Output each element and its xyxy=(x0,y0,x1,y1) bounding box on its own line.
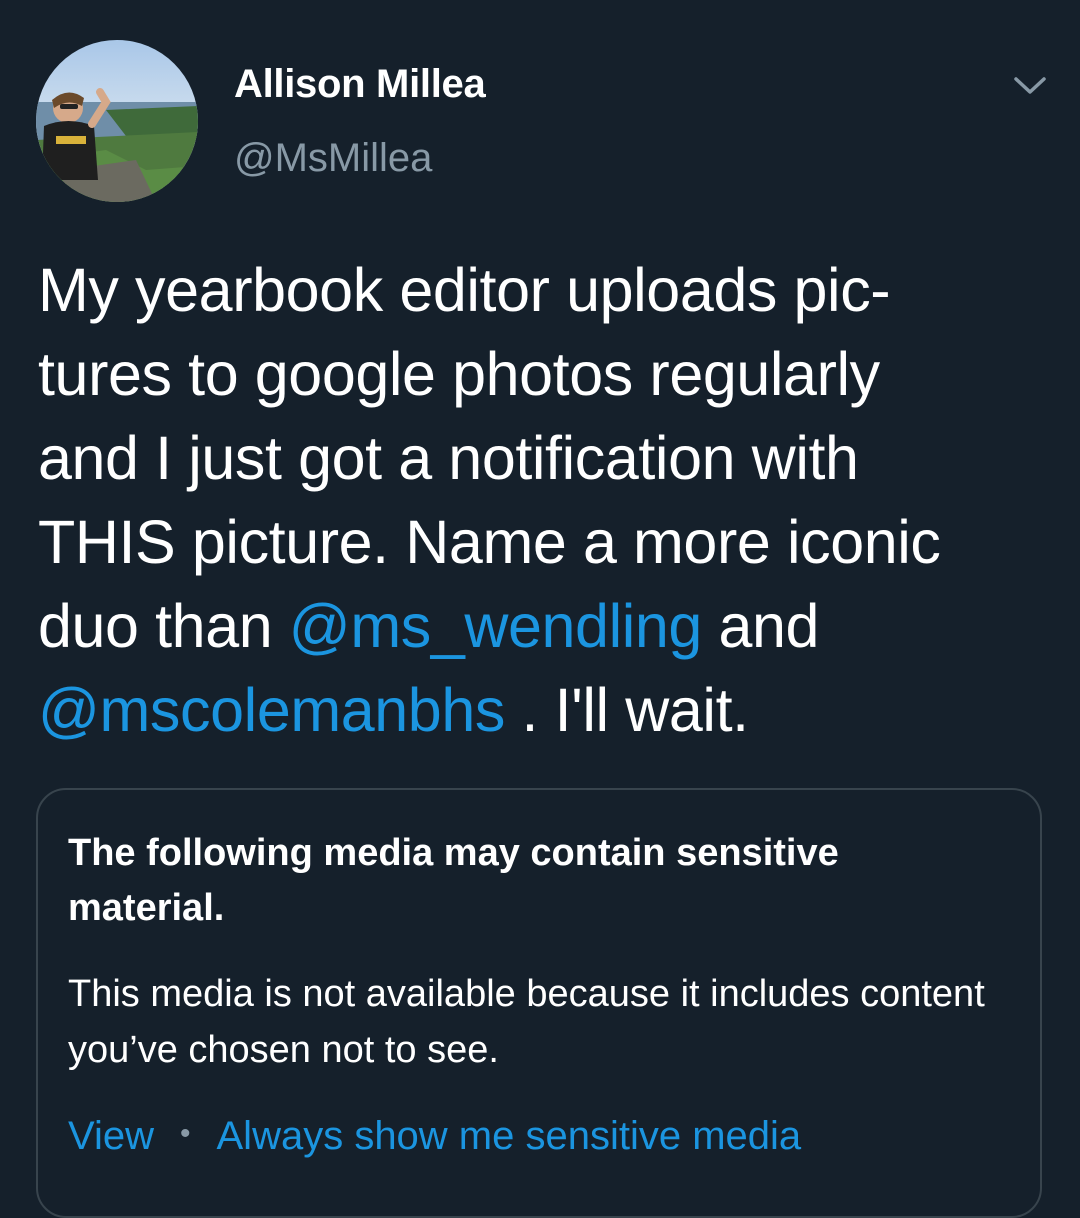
always-show-sensitive-media-link[interactable]: Always show me sensitive media xyxy=(217,1114,802,1158)
tweet-text-segment: . I'll wait. xyxy=(504,676,750,744)
author-display-name[interactable]: Allison Millea xyxy=(234,62,486,107)
tweet-text-line: tures to google photos regularly xyxy=(38,340,880,408)
tweet-text-line: @mscolemanbhs . I'll wait. xyxy=(38,668,1048,752)
separator-dot: • xyxy=(179,1117,191,1150)
chevron-down-icon xyxy=(1014,77,1046,94)
author-avatar[interactable] xyxy=(36,40,198,202)
tweet-text-line: duo than @ms_wendling and xyxy=(38,584,1048,668)
tweet-card: Allison Millea @MsMillea My yearbook edi… xyxy=(0,0,1080,1218)
profile-photo-icon xyxy=(36,40,198,202)
tweet-text-line: My yearbook editor uploads pic- xyxy=(38,256,891,324)
sensitive-media-description: This media is not available because it i… xyxy=(68,973,985,1071)
tweet-text-segment: duo than xyxy=(38,592,289,660)
sensitive-media-notice: The following media may contain sensitiv… xyxy=(36,788,1042,1218)
sensitive-media-actions: View • Always show me sensitive media xyxy=(68,1106,801,1164)
author-handle[interactable]: @MsMillea xyxy=(234,136,432,181)
tweet-text-segment: and xyxy=(701,592,820,660)
view-media-link[interactable]: View xyxy=(68,1114,154,1158)
tweet-text-line: THIS picture. Name a more iconic xyxy=(38,508,941,576)
sensitive-media-title: The following media may contain sensitiv… xyxy=(68,832,839,929)
tweet-text: My yearbook editor uploads pic- tures to… xyxy=(38,248,1048,752)
mention-link-ms-wendling[interactable]: @ms_wendling xyxy=(289,592,703,660)
mention-link-mscolemanbhs[interactable]: @mscolemanbhs xyxy=(38,676,505,744)
tweet-menu-button[interactable] xyxy=(1010,70,1050,100)
tweet-text-line: and I just got a notification with xyxy=(38,424,859,492)
